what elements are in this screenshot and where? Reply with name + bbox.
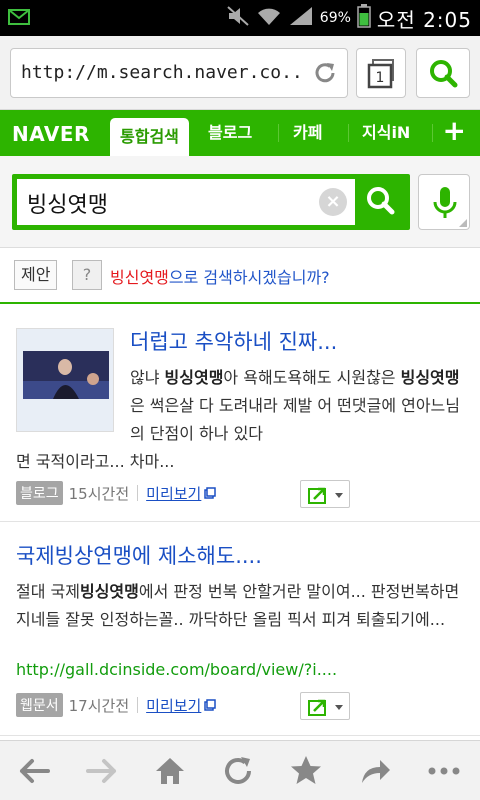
result-time: 15시간전 <box>68 484 130 503</box>
suggestion-help-button[interactable]: ? <box>72 260 102 290</box>
preview-label: 미리보기 <box>146 696 202 715</box>
snippet-text: 은 썩은살 다 도려내라 제발 어 떤댓글에 연아느님의 단점이 하나 있다 <box>130 396 461 443</box>
snippet-highlight: 빙싱엿맹 <box>79 582 139 601</box>
new-window-icon <box>204 699 217 711</box>
share-icon <box>308 487 343 504</box>
search-submit-button[interactable] <box>358 179 404 225</box>
suggestion-link[interactable]: 빙신엿맹으로 검색하시겠습니까? <box>110 264 330 288</box>
tab-divider <box>278 124 279 142</box>
preview-link[interactable]: 미리보기 <box>146 695 217 716</box>
result-thumbnail[interactable] <box>16 328 114 432</box>
result-title[interactable]: 더럽고 추악하네 진짜... <box>130 326 337 356</box>
wifi-icon <box>256 5 282 32</box>
bookmark-button[interactable] <box>286 751 326 791</box>
snippet-highlight: 빙싱엿맹 <box>400 368 460 387</box>
suggestion-corrected-term: 빙신엿맹 <box>110 268 169 287</box>
search-result: 국제빙상연맹에 제소해도.... 절대 국제빙싱엿맹에서 판정 번복 안할거란 … <box>0 522 480 736</box>
arrow-left-icon <box>20 759 50 783</box>
tab-kin[interactable]: 지식iN <box>362 110 410 156</box>
naver-nav-bar: NAVER 통합검색 블로그 카페 지식iN + <box>0 110 480 158</box>
signal-icon <box>288 5 314 32</box>
meta-divider <box>137 485 139 501</box>
clock: 오전 2:05 <box>376 7 472 32</box>
result-snippet-tail: 면 국적이라고... 차마... <box>16 452 175 471</box>
voice-search-button[interactable] <box>418 174 470 230</box>
suggestion-text: 으로 검색하시겠습니까? <box>168 268 330 287</box>
browser-bottom-toolbar <box>0 740 480 800</box>
mute-icon <box>226 5 250 32</box>
mail-icon <box>8 8 30 26</box>
home-button[interactable] <box>150 751 190 791</box>
arrow-right-icon <box>86 759 116 783</box>
tab-count: 1 <box>376 70 385 86</box>
browser-address-bar: http://m.search.naver.co... 1 <box>0 36 480 110</box>
browser-search-button[interactable] <box>416 48 470 98</box>
refresh-icon[interactable] <box>311 59 339 87</box>
home-icon <box>156 758 184 784</box>
battery-icon <box>357 3 371 33</box>
result-title[interactable]: 국제빙상연맹에 제소해도.... <box>16 540 262 570</box>
search-box: 빙싱엿맹 × <box>12 174 410 230</box>
search-icon <box>430 60 458 88</box>
snippet-highlight: 빙싱엿맹 <box>164 368 224 387</box>
snippet-text: 아 욕해도욕해도 시원찮은 <box>223 368 401 387</box>
search-result: 더럽고 추악하네 진짜... 않냐 빙싱엿맹아 욕해도욕해도 시원찮은 빙싱엿맹… <box>0 306 480 522</box>
forward-button[interactable] <box>82 751 122 791</box>
more-menu-button[interactable] <box>424 751 464 791</box>
share-icon <box>308 699 343 716</box>
status-bar: 69% 오전 2:05 <box>0 0 480 36</box>
new-window-icon <box>204 487 217 499</box>
search-input[interactable]: 빙싱엿맹 × <box>17 179 355 225</box>
battery-percent: 69% <box>319 10 351 26</box>
spelling-suggestion: 제안 ? 빙신엿맹으로 검색하시겠습니까? <box>0 248 480 304</box>
result-meta: 블로그 15시간전 미리보기 <box>16 480 217 506</box>
search-area: 빙싱엿맹 × <box>0 156 480 248</box>
share-button[interactable] <box>300 692 350 720</box>
result-time: 17시간전 <box>68 696 130 715</box>
refresh-icon <box>225 757 251 784</box>
clear-icon[interactable]: × <box>319 188 347 216</box>
refresh-button[interactable] <box>218 751 258 791</box>
url-text: http://m.search.naver.co... <box>21 62 301 83</box>
more-tabs-button[interactable]: + <box>443 114 466 147</box>
more-dots-icon <box>428 767 460 775</box>
tab-divider <box>432 124 433 142</box>
search-icon <box>367 187 395 215</box>
tab-cafe[interactable]: 카페 <box>293 110 322 156</box>
snippet-text: 절대 국제 <box>16 582 80 601</box>
meta-divider <box>137 697 139 713</box>
naver-logo[interactable]: NAVER <box>12 122 90 146</box>
result-meta: 웹문서 17시간전 미리보기 <box>16 692 217 718</box>
url-field[interactable]: http://m.search.naver.co... <box>10 48 348 98</box>
tab-blog[interactable]: 블로그 <box>208 110 252 156</box>
result-url[interactable]: http://gall.dcinside.com/board/view/?i..… <box>16 660 337 679</box>
back-button[interactable] <box>14 751 54 791</box>
result-type-badge: 블로그 <box>16 481 63 505</box>
result-type-badge: 웹문서 <box>16 693 63 717</box>
share-page-button[interactable] <box>354 751 394 791</box>
search-query-text: 빙싱엿맹 <box>27 193 108 218</box>
snippet-text: 않냐 <box>130 368 165 387</box>
microphone-icon <box>433 187 467 227</box>
tabs-button[interactable]: 1 <box>356 48 406 98</box>
preview-link[interactable]: 미리보기 <box>146 483 217 504</box>
tab-divider <box>348 124 349 142</box>
share-arrow-icon <box>362 760 390 783</box>
tab-integrated-search[interactable]: 통합검색 <box>110 118 189 158</box>
preview-label: 미리보기 <box>146 484 202 503</box>
star-icon <box>291 756 321 784</box>
suggestion-tag: 제안 <box>14 260 58 290</box>
share-button[interactable] <box>300 480 350 508</box>
result-snippet: 절대 국제빙싱엿맹에서 판정 번복 안할거란 말이여... 판정번복하면 지네들… <box>16 578 472 634</box>
result-snippet: 않냐 빙싱엿맹아 욕해도욕해도 시원찮은 빙싱엿맹은 썩은살 다 도려내라 제발… <box>130 364 470 448</box>
